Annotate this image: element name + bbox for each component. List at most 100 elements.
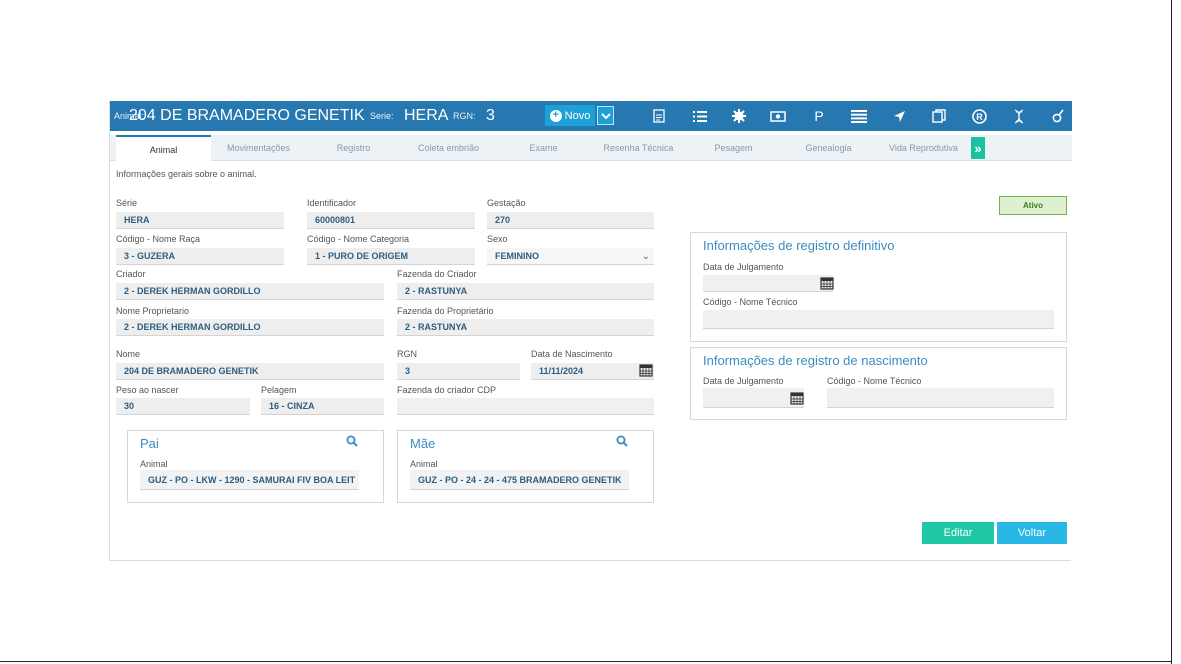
window-border-bottom bbox=[0, 661, 1172, 662]
registro-definitivo-title: Informações de registro definitivo bbox=[703, 238, 895, 253]
animal-name-title: 204 DE BRAMADERO GENETIK bbox=[129, 107, 365, 124]
gestacao-field[interactable]: 270 bbox=[487, 212, 654, 229]
more-tabs-button[interactable]: » bbox=[971, 137, 985, 159]
nascimento-label: Data de Nascimento bbox=[531, 349, 613, 359]
document-icon[interactable] bbox=[649, 107, 669, 125]
fazenda-cdp-label: Fazenda do criador CDP bbox=[397, 385, 497, 395]
info-text: Informações gerais sobre o animal. bbox=[116, 169, 257, 179]
nascimento-field[interactable]: 11/11/2024 bbox=[531, 363, 654, 380]
sexo-label: Sexo bbox=[487, 234, 508, 244]
fazenda-criador-field[interactable]: 2 - RASTUNYA bbox=[397, 283, 654, 300]
registro-nascimento-title: Informações de registro de nascimento bbox=[703, 353, 928, 368]
fazenda-criador-label: Fazenda do Criador bbox=[397, 269, 477, 279]
mae-animal-label: Animal bbox=[410, 459, 438, 469]
criador-field[interactable]: 2 - DEREK HERMAN GORDILLO bbox=[116, 283, 384, 300]
registro-nascimento-tecnico-field[interactable] bbox=[827, 388, 1054, 408]
raca-field[interactable]: 3 - GUZERA bbox=[116, 248, 284, 265]
tab-resenha-tecnica[interactable]: Resenha Técnica bbox=[591, 135, 686, 161]
double-chevron-right-icon: » bbox=[974, 140, 982, 156]
registro-definitivo-data-label: Data de Julgamento bbox=[703, 262, 784, 272]
pai-animal-field[interactable]: GUZ - PO - LKW - 1290 - SAMURAI FIV BOA … bbox=[140, 470, 359, 490]
novo-button[interactable]: + Novo bbox=[545, 105, 595, 126]
search-icon[interactable] bbox=[346, 435, 358, 450]
serie-field[interactable]: HERA bbox=[116, 212, 284, 229]
pai-animal-label: Animal bbox=[140, 459, 168, 469]
criador-label: Criador bbox=[116, 269, 146, 279]
tab-pesagem[interactable]: Pesagem bbox=[686, 135, 781, 161]
nome-label: Nome bbox=[116, 349, 141, 359]
fazenda-proprietario-label: Fazenda do Proprietário bbox=[397, 306, 494, 316]
plus-icon: + bbox=[549, 109, 562, 122]
mae-animal-value: GUZ - PO - 24 - 24 - 475 BRAMADERO GENET… bbox=[418, 474, 622, 485]
tab-registro[interactable]: Registro bbox=[306, 135, 401, 161]
rgn-value: 3 bbox=[486, 107, 495, 124]
copy-icon[interactable] bbox=[929, 107, 949, 125]
pai-title: Pai bbox=[140, 436, 159, 451]
mae-title: Mãe bbox=[410, 436, 436, 451]
identificador-label: Identificador bbox=[307, 198, 357, 208]
fazenda-proprietario-field[interactable]: 2 - RASTUNYA bbox=[397, 319, 654, 336]
fazenda-cdp-field[interactable] bbox=[397, 398, 654, 415]
proprietario-field[interactable]: 2 - DEREK HERMAN GORDILLO bbox=[116, 319, 384, 336]
calendar-icon[interactable] bbox=[790, 391, 804, 408]
tab-vida-reprodutiva[interactable]: Vida Reprodutiva bbox=[876, 135, 971, 161]
mae-panel: Mãe Animal GUZ - PO - 24 - 24 - 475 BRAM… bbox=[397, 430, 654, 503]
rgn-field[interactable]: 3 bbox=[397, 363, 520, 380]
registro-definitivo-panel: Informações de registro definitivo Data … bbox=[690, 232, 1067, 342]
tab-genealogia[interactable]: Genealogia bbox=[781, 135, 876, 161]
categoria-label: Código - Nome Categoria bbox=[307, 234, 410, 244]
sexo-select[interactable]: FEMININO ⌄ bbox=[487, 248, 654, 265]
registered-icon[interactable]: R bbox=[969, 107, 989, 125]
tab-coleta-embriao[interactable]: Coleta embrião bbox=[401, 135, 496, 161]
location-icon[interactable] bbox=[889, 107, 909, 125]
nome-field[interactable]: 204 DE BRAMADERO GENETIK bbox=[116, 363, 384, 380]
chevron-down-icon bbox=[600, 112, 611, 119]
serie-label: Série bbox=[116, 198, 138, 208]
pelagem-field[interactable]: 16 - CINZA bbox=[261, 398, 384, 415]
p-icon[interactable]: P bbox=[809, 107, 829, 125]
menu-icon[interactable] bbox=[849, 107, 869, 125]
status-badge: Ativo bbox=[999, 196, 1067, 215]
dna-icon[interactable] bbox=[1009, 107, 1029, 125]
registro-nascimento-data-field[interactable] bbox=[703, 388, 804, 408]
search-icon[interactable] bbox=[616, 435, 628, 450]
serie-value: HERA bbox=[404, 107, 449, 124]
pai-animal-value: GUZ - PO - LKW - 1290 - SAMURAI FIV BOA … bbox=[148, 474, 356, 485]
registro-definitivo-tecnico-field[interactable] bbox=[703, 310, 1054, 329]
tab-movimentacoes[interactable]: Movimentações bbox=[211, 135, 306, 161]
categoria-field[interactable]: 1 - PURO DE ORIGEM bbox=[307, 248, 475, 265]
nascimento-value: 11/11/2024 bbox=[539, 366, 584, 376]
novo-dropdown-button[interactable] bbox=[597, 106, 614, 125]
gear-icon[interactable] bbox=[729, 107, 749, 125]
sexo-value: FEMININO bbox=[495, 251, 539, 261]
identificador-field[interactable]: 60000801 bbox=[307, 212, 475, 229]
tab-bar: Animal Movimentações Registro Coleta emb… bbox=[110, 135, 1072, 162]
animal-record-app: Animal: 204 DE BRAMADERO GENETIK Serie: … bbox=[109, 101, 1072, 561]
serie-label: Serie: bbox=[370, 111, 394, 121]
rgn-label: RGN: bbox=[453, 111, 476, 121]
registro-definitivo-data-field[interactable] bbox=[703, 275, 833, 292]
registro-nascimento-panel: Informações de registro de nascimento Da… bbox=[690, 347, 1067, 420]
syringe-icon[interactable] bbox=[1048, 107, 1068, 125]
registro-definitivo-tecnico-label: Código - Nome Técnico bbox=[703, 297, 798, 307]
pai-panel: Pai Animal GUZ - PO - LKW - 1290 - SAMUR… bbox=[127, 430, 384, 503]
peso-field[interactable]: 30 bbox=[116, 398, 250, 415]
proprietario-label: Nome Proprietario bbox=[116, 306, 190, 316]
window-border bbox=[1171, 0, 1172, 664]
peso-label: Peso ao nascer bbox=[116, 385, 179, 395]
mae-animal-field[interactable]: GUZ - PO - 24 - 24 - 475 BRAMADERO GENET… bbox=[410, 470, 629, 490]
registro-nascimento-tecnico-label: Código - Nome Técnico bbox=[827, 376, 922, 386]
raca-label: Código - Nome Raça bbox=[116, 234, 201, 244]
money-icon[interactable] bbox=[768, 107, 788, 125]
calendar-icon[interactable] bbox=[820, 276, 834, 293]
chevron-down-icon: ⌄ bbox=[642, 251, 650, 261]
edit-button[interactable]: Editar bbox=[922, 522, 994, 544]
tab-exame[interactable]: Exame bbox=[496, 135, 591, 161]
svg-text:R: R bbox=[976, 112, 983, 122]
animal-header-bar: Animal: 204 DE BRAMADERO GENETIK Serie: … bbox=[110, 101, 1072, 131]
back-button[interactable]: Voltar bbox=[997, 522, 1067, 544]
calendar-icon[interactable] bbox=[639, 363, 653, 380]
gestacao-label: Gestação bbox=[487, 198, 526, 208]
list-icon[interactable] bbox=[690, 107, 710, 125]
tab-animal[interactable]: Animal bbox=[116, 135, 211, 162]
